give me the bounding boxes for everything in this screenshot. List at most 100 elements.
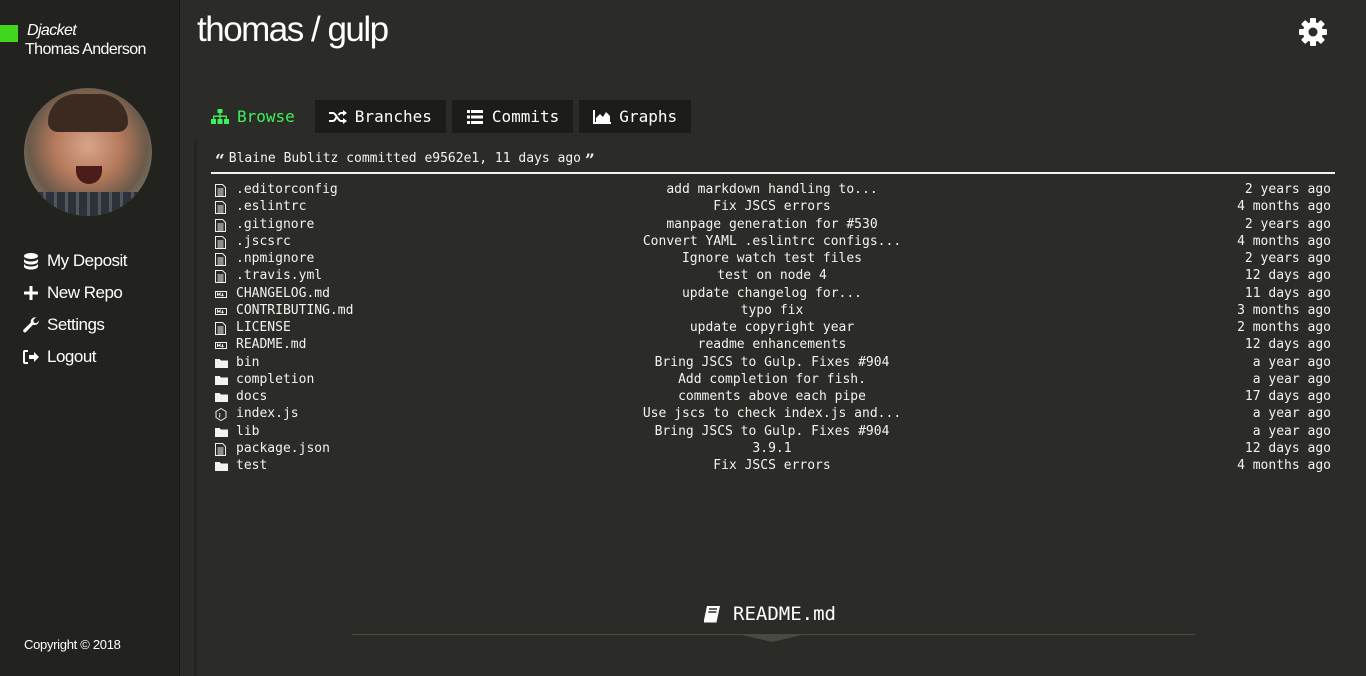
table-row[interactable]: bin Bring JSCS to Gulp. Fixes #904 a year … [211,355,1335,372]
file-text-icon [215,253,226,266]
sidebar-item-label: New Repo [47,283,123,302]
commit-message[interactable]: 3.9.1 [572,441,972,456]
caret-down-icon [742,635,802,642]
file-name[interactable]: index.js [236,406,299,421]
table-row[interactable]: CONTRIBUTING.md typo fix 3 months ago [211,303,1335,320]
repo-tabs: Browse Branches Commits Graphs [197,100,697,133]
commit-message[interactable]: test on node 4 [572,268,972,283]
divider [211,172,1335,174]
folder-icon [215,460,228,472]
commit-date: 4 months ago [1237,199,1331,215]
commit-message[interactable]: Convert YAML .eslintrc configs... [572,234,972,249]
file-name[interactable]: bin [236,355,259,370]
file-name[interactable]: .eslintrc [236,199,306,214]
sitemap-icon [211,109,229,125]
table-row[interactable]: index.js Use jscs to check index.js and..… [211,406,1335,423]
quote-left-icon: “ [215,151,225,171]
file-name[interactable]: README.md [236,337,306,352]
commit-date: a year ago [1252,371,1331,387]
commit-date: 12 days ago [1244,268,1331,284]
file-name[interactable]: CHANGELOG.md [236,286,330,301]
commit-date: 12 days ago [1244,337,1331,353]
table-row[interactable]: .jscsrc Convert YAML .eslintrc configs...… [211,234,1335,251]
commit-message[interactable]: update changelog for... [572,286,972,301]
commit-date: 4 months ago [1237,458,1331,473]
commit-message[interactable]: Fix JSCS errors [572,199,972,214]
tab-commits[interactable]: Commits [451,100,574,133]
sidebar-item-my-deposit[interactable]: My Deposit [22,245,128,277]
file-name[interactable]: .jscsrc [236,234,291,249]
file-name[interactable]: completion [236,372,314,387]
tab-branches[interactable]: Branches [314,100,446,133]
tab-label: Browse [237,107,295,126]
table-row[interactable]: completion Add completion for fish. a year… [211,372,1335,389]
sidebar-item-settings[interactable]: Settings [22,309,127,341]
file-name[interactable]: LICENSE [236,320,291,335]
commit-date: 2 years ago [1244,251,1331,266]
commit-message[interactable]: Add completion for fish. [572,372,972,387]
commit-message[interactable]: manpage generation for #530 [572,217,972,232]
commit-message[interactable]: readme enhancements [572,337,972,352]
commit-message[interactable]: Ignore watch test files [572,251,972,266]
commit-message[interactable]: add markdown handling to... [572,182,972,197]
commit-date: 3 months ago [1237,302,1331,318]
shuffle-icon [328,109,347,125]
file-name[interactable]: lib [236,424,259,439]
file-name[interactable]: .travis.yml [236,268,322,283]
file-name[interactable]: .editorconfig [236,182,338,197]
file-name[interactable]: package.json [236,441,330,456]
file-name[interactable]: test [236,458,267,473]
table-row[interactable]: lib Bring JSCS to Gulp. Fixes #904 a year … [211,424,1335,441]
tab-browse[interactable]: Browse [197,100,309,133]
commit-text: Blaine Bublitz committed e9562e1, 11 day… [228,151,581,166]
commit-date: 11 days ago [1244,285,1331,301]
commit-date: 4 months ago [1237,233,1331,249]
table-row[interactable]: test Fix JSCS errors 4 months ago [211,458,1335,475]
folder-icon [215,391,228,403]
sidebar-item-new-repo[interactable]: New Repo [22,277,127,309]
sidebar-nav: My Deposit New Repo Settings Logout [22,245,128,373]
tab-graphs[interactable]: Graphs [579,100,692,133]
commit-date: 2 years ago [1244,182,1331,197]
brand-mark [0,25,18,42]
file-text-icon [215,442,226,456]
file-name[interactable]: docs [236,389,267,404]
commit-message[interactable]: Bring JSCS to Gulp. Fixes #904 [572,424,972,439]
commit-date: a year ago [1252,423,1331,439]
table-row[interactable]: .editorconfig add markdown handling to...… [211,182,1335,199]
commit-message[interactable]: Bring JSCS to Gulp. Fixes #904 [572,355,972,370]
table-row[interactable]: docs comments above each pipe 17 days ago [211,389,1335,406]
commit-message[interactable]: comments above each pipe [572,389,972,404]
sidebar-item-label: Settings [47,315,105,334]
gear-icon[interactable] [1297,16,1329,48]
commit-message[interactable]: update copyright year [572,320,972,335]
commit-message[interactable]: Fix JSCS errors [572,458,972,473]
commit-date: 17 days ago [1244,389,1331,404]
commit-message[interactable]: Use jscs to check index.js and... [572,406,972,421]
file-name[interactable]: .npmignore [236,251,314,266]
markdown-icon [215,339,227,351]
file-text-icon [215,270,226,284]
table-row[interactable]: .travis.yml test on node 4 12 days ago [211,268,1335,285]
list-icon [466,109,484,125]
table-row[interactable]: package.json 3.9.1 12 days ago [211,441,1335,458]
table-row[interactable]: .gitignore manpage generation for #530 2 y… [211,217,1335,234]
table-row[interactable]: .eslintrc Fix JSCS errors 4 months ago [211,199,1335,216]
commit-message[interactable]: typo fix [572,303,972,318]
table-row[interactable]: README.md readme enhancements 12 days ago [211,337,1335,354]
file-text-icon [215,235,226,249]
book-icon [703,605,723,623]
commit-date: a year ago [1252,354,1331,370]
table-row[interactable]: CHANGELOG.md update changelog for... 11 da… [211,286,1335,303]
js-icon [215,408,227,422]
sidebar-item-logout[interactable]: Logout [22,341,127,373]
file-name[interactable]: CONTRIBUTING.md [236,303,353,318]
table-row[interactable]: .npmignore Ignore watch test files 2 years… [211,251,1335,268]
file-name[interactable]: .gitignore [236,217,314,232]
page-title: thomas / gulp [197,10,389,49]
latest-commit: “ Blaine Bublitz committed e9562e1, 11 d… [211,151,599,171]
quote-right-icon: ” [584,151,595,171]
folder-icon [215,426,228,438]
readme-header: README.md [703,603,836,625]
table-row[interactable]: LICENSE update copyright year 2 months ago [211,320,1335,337]
